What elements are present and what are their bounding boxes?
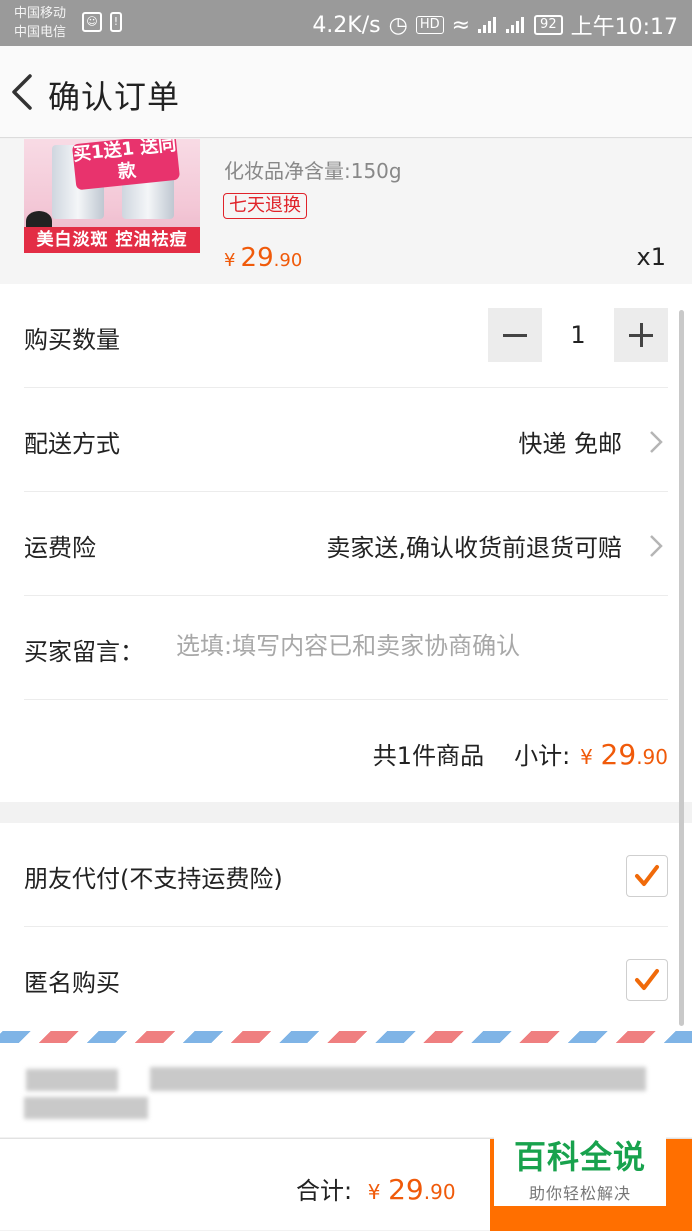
quantity-row: 购买数量 1 — [24, 284, 668, 388]
carrier-2: 中国电信 — [14, 25, 67, 40]
subtotal-currency: ¥ — [580, 745, 593, 769]
carrier-names: 中国移动 中国电信 — [14, 4, 66, 42]
status-right: 4.2K/s ◷ HD ≈ 92 上午10:17 — [312, 9, 678, 41]
subtotal-price: ¥ 29.90 — [580, 738, 668, 771]
product-image[interactable]: 买1送1 送同款 美白淡斑 控油祛痘 — [24, 139, 200, 253]
hd-icon: HD — [415, 16, 444, 34]
shipping-insurance-row[interactable]: 运费险 卖家送,确认收货前退货可赔 — [24, 492, 668, 596]
product-quantity: x1 — [636, 243, 666, 271]
product-spec: 化妆品净含量:150g — [224, 159, 402, 183]
delivery-row[interactable]: 配送方式 快递 免邮 — [24, 388, 668, 492]
watermark-subtitle: 助你轻松解决 — [528, 1184, 631, 1203]
total-label: 合计: — [296, 1177, 353, 1205]
back-button[interactable] — [6, 68, 46, 116]
plus-icon — [640, 323, 643, 347]
blurred-address-line — [150, 1067, 646, 1091]
anonymous-checkbox[interactable] — [626, 959, 668, 1001]
buyer-message-input[interactable] — [176, 626, 656, 666]
watermark-title: 百科全说 — [513, 1138, 646, 1176]
checkmark-icon — [635, 969, 659, 990]
status-bar: 中国移动 中国电信 ☺ ! 4.2K/s ◷ HD ≈ 92 上午10:17 — [0, 0, 692, 46]
blurred-phone — [24, 1097, 148, 1119]
subtotal-label: 小计: — [514, 742, 571, 770]
alert-notification-icon: ! — [110, 12, 122, 32]
watermark: 百科全说 助你轻松解决 — [494, 1122, 666, 1206]
nav-bar: 确认订单 — [0, 46, 692, 138]
chevron-right-icon — [650, 535, 663, 557]
price-currency: ¥ — [224, 250, 236, 271]
checkmark-icon — [635, 865, 659, 886]
order-total: 合计: ¥ 29.90 — [296, 1171, 456, 1206]
subtotal-integer: 29 — [600, 738, 637, 771]
order-subtotal: 共1件商品 小计: ¥ 29.90 — [373, 736, 668, 771]
total-currency: ¥ — [367, 1180, 381, 1204]
insurance-label: 运费险 — [24, 534, 96, 562]
item-count: 共1件商品 — [372, 742, 485, 770]
buyer-message-row: 买家留言： — [24, 596, 668, 700]
quantity-label: 购买数量 — [24, 326, 120, 354]
friend-pay-row[interactable]: 朋友代付(不支持运费险) — [24, 823, 668, 927]
product-item[interactable]: 买1送1 送同款 美白淡斑 控油祛痘 化妆品净含量:150g 七天退换 ¥ 29… — [0, 139, 692, 284]
order-form: 购买数量 1 配送方式 快递 免邮 运费险 卖家送,确认收货前退货可赔 买家留言… — [0, 284, 692, 802]
product-banner: 美白淡斑 控油祛痘 — [24, 227, 200, 253]
subtotal-decimal: .90 — [636, 745, 668, 769]
insurance-value: 卖家送,确认收货前退货可赔 — [326, 534, 622, 562]
chevron-right-icon — [650, 431, 663, 453]
delivery-value: 快递 免邮 — [518, 430, 622, 458]
total-price: ¥ 29.90 — [367, 1173, 456, 1206]
chevron-left-icon — [12, 74, 32, 110]
blurred-recipient — [26, 1069, 118, 1091]
cat-notification-icon: ☺ — [82, 12, 102, 32]
quantity-value[interactable]: 1 — [542, 321, 614, 349]
signal-4g-icon — [478, 17, 498, 33]
product-price: ¥ 29.90 — [224, 243, 302, 273]
alarm-icon: ◷ — [388, 12, 408, 38]
delivery-label: 配送方式 — [24, 430, 120, 458]
net-speed: 4.2K/s — [312, 12, 381, 38]
airmail-border — [0, 1031, 692, 1043]
total-integer: 29 — [388, 1173, 424, 1206]
page-title: 确认订单 — [48, 78, 181, 116]
signal-2g-icon — [506, 17, 526, 33]
decrease-button[interactable] — [488, 308, 542, 362]
scrollbar[interactable] — [679, 310, 684, 1026]
return-policy-tag: 七天退换 — [223, 193, 307, 219]
quantity-stepper: 1 — [488, 308, 668, 362]
total-decimal: .90 — [423, 1180, 456, 1204]
price-integer: 29 — [240, 243, 274, 273]
wifi-icon: ≈ — [451, 12, 471, 38]
minus-icon — [503, 334, 527, 337]
price-decimal: .90 — [273, 250, 303, 271]
anonymous-row[interactable]: 匿名购买 — [24, 927, 668, 1031]
clock: 上午10:17 — [570, 15, 678, 40]
carrier-1: 中国移动 — [14, 6, 67, 21]
friend-pay-label: 朋友代付(不支持运费险) — [24, 865, 283, 893]
friend-pay-checkbox[interactable] — [626, 855, 668, 897]
battery-icon: 92 — [534, 15, 563, 35]
increase-button[interactable] — [614, 308, 668, 362]
notification-icons: ☺ ! — [82, 12, 122, 32]
message-label: 买家留言： — [24, 638, 144, 666]
payment-options: 朋友代付(不支持运费险) 匿名购买 — [0, 823, 692, 1031]
anonymous-label: 匿名购买 — [24, 969, 120, 997]
